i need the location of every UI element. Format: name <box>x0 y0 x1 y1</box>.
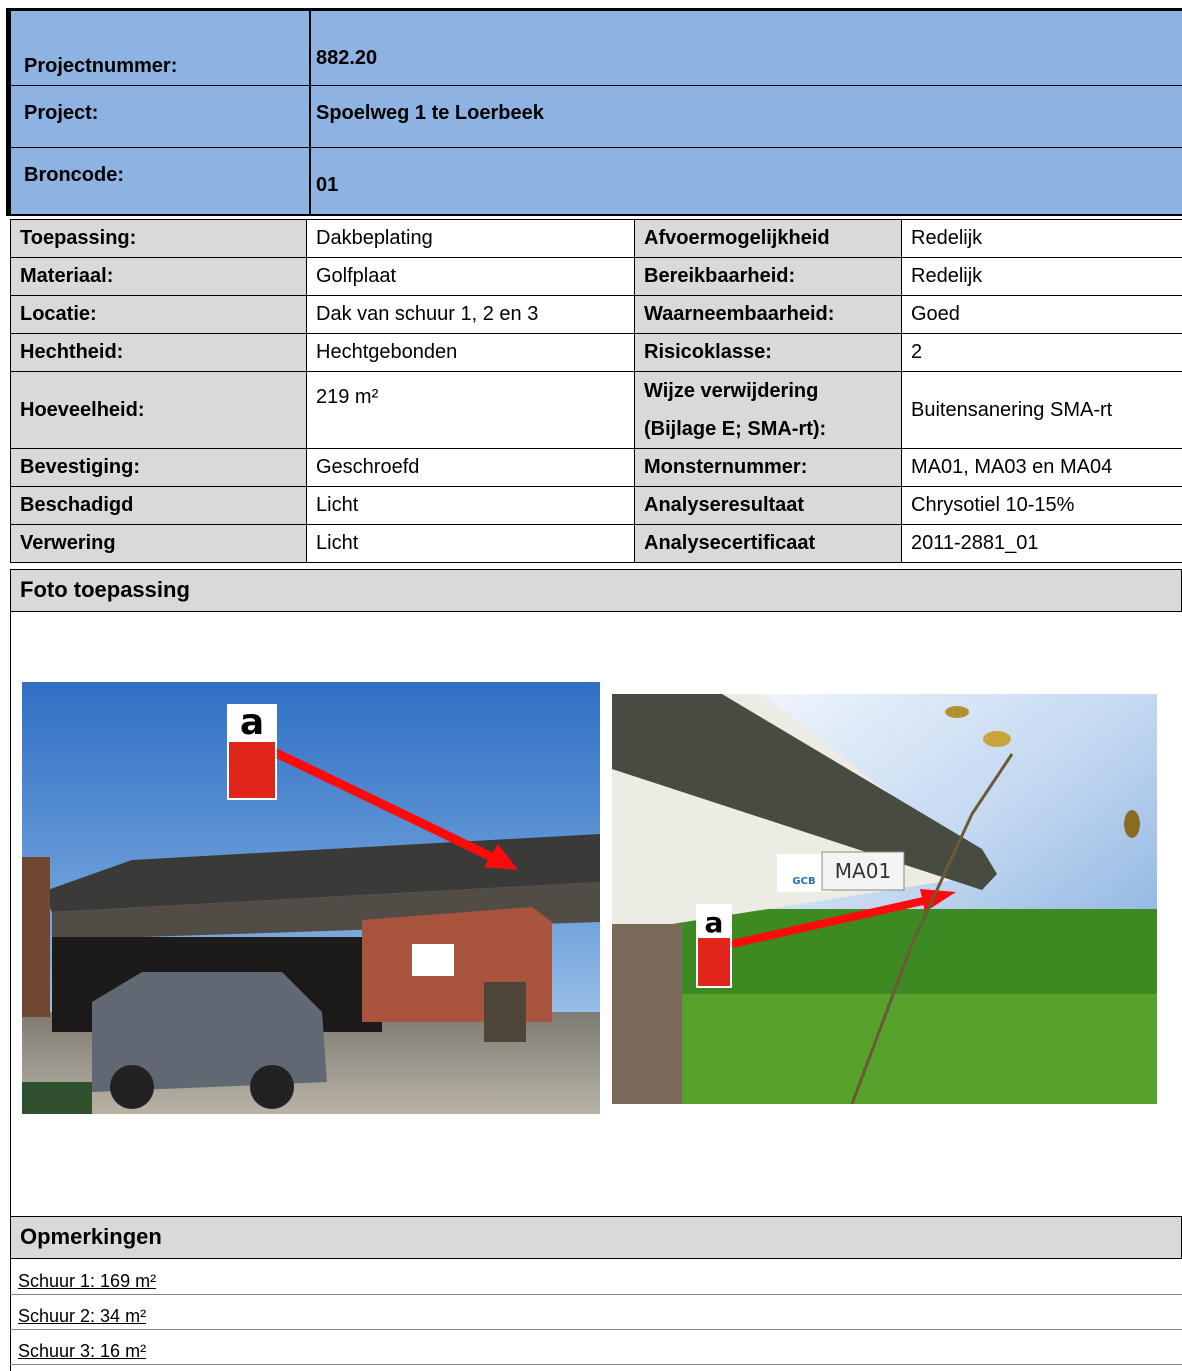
locatie-value: Dak van schuur 1, 2 en 3 <box>306 295 635 334</box>
foto-toepassing-header: Foto toepassing <box>10 569 1182 612</box>
table-row: Bevestiging: Geschroefd Monsternummer: M… <box>10 448 1182 487</box>
projectnummer-value: 882.20 <box>316 47 378 69</box>
table-row: Hechtheid: Hechtgebonden Risicoklasse: 2 <box>10 333 1182 372</box>
table-row: Verwering Licht Analysecertificaat 2011-… <box>10 524 1182 563</box>
wijze-verwijdering-label: Wijze verwijdering (Bijlage E; SMA-rt): <box>634 371 902 449</box>
remarks-box <box>10 1259 1182 1371</box>
hoeveelheid-value: 219 m² <box>306 371 635 449</box>
table-row: Beschadigd Licht Analyseresultaat Chryso… <box>10 486 1182 525</box>
waarneembaarheid-value: Goed <box>901 295 1182 334</box>
table-row: Locatie: Dak van schuur 1, 2 en 3 Waarne… <box>10 295 1182 334</box>
locatie-label: Locatie: <box>10 295 307 334</box>
monsternummer-value: MA01, MA03 en MA04 <box>901 448 1182 487</box>
svg-text:a: a <box>240 702 264 743</box>
analyseresultaat-value: Chrysotiel 10-15% <box>901 486 1182 525</box>
hechtheid-label: Hechtheid: <box>10 333 307 372</box>
bevestiging-label: Bevestiging: <box>10 448 307 487</box>
projectnummer-label: Projectnummer: <box>24 55 178 77</box>
hechtheid-value: Hechtgebonden <box>306 333 635 372</box>
remark-schuur-3: Schuur 3: 16 m² <box>18 1341 147 1361</box>
table-row: Toepassing: Dakbeplating Afvoermogelijkh… <box>10 219 1182 258</box>
toepassing-label: Toepassing: <box>10 219 307 258</box>
opmerkingen-header: Opmerkingen <box>10 1216 1182 1259</box>
table-row: Hoeveelheid: 219 m² Wijze verwijdering (… <box>10 371 1182 449</box>
header-row-project: Project: Spoelweg 1 te Loerbeek <box>11 86 1182 148</box>
remark-schuur-1: Schuur 1: 169 m² <box>18 1271 157 1291</box>
bereikbaarheid-label: Bereikbaarheid: <box>634 257 902 296</box>
risicoklasse-label: Risicoklasse: <box>634 333 902 372</box>
remarks-line <box>10 1364 1182 1365</box>
info-table: Toepassing: Dakbeplating Afvoermogelijkh… <box>10 219 1182 563</box>
wijze-verwijdering-line2: (Bijlage E; SMA-rt): <box>644 418 827 440</box>
header-row-projectnummer: Projectnummer: 882.20 <box>11 11 1182 86</box>
verwering-label: Verwering <box>10 524 307 563</box>
beschadigd-value: Licht <box>306 486 635 525</box>
waarneembaarheid-label: Waarneembaarheid: <box>634 295 902 334</box>
sample-label-text: MA01 <box>835 859 891 883</box>
analysecertificaat-label: Analysecertificaat <box>634 524 902 563</box>
remarks-line <box>10 1329 1182 1330</box>
bevestiging-value: Geschroefd <box>306 448 635 487</box>
broncode-label: Broncode: <box>24 164 124 186</box>
header-row-broncode: Broncode: 01 <box>11 148 1182 217</box>
wijze-verwijdering-value: Buitensanering SMA-rt <box>901 371 1182 449</box>
table-row: Materiaal: Golfplaat Bereikbaarheid: Red… <box>10 257 1182 296</box>
toepassing-value: Dakbeplating <box>306 219 635 258</box>
gcb-logo-text: GCB <box>792 876 815 887</box>
remark-schuur-2: Schuur 2: 34 m² <box>18 1306 147 1326</box>
photo-barn: a <box>22 682 600 1114</box>
photo-roof-edge: GCB MA01 a <box>612 694 1157 1104</box>
remarks-line <box>10 1294 1182 1295</box>
project-value: Spoelweg 1 te Loerbeek <box>316 102 544 124</box>
beschadigd-label: Beschadigd <box>10 486 307 525</box>
svg-text:a: a <box>705 906 724 939</box>
hoeveelheid-label: Hoeveelheid: <box>10 371 307 449</box>
monsternummer-label: Monsternummer: <box>634 448 902 487</box>
analysecertificaat-value: 2011-2881_01 <box>901 524 1182 563</box>
risicoklasse-value: 2 <box>901 333 1182 372</box>
materiaal-value: Golfplaat <box>306 257 635 296</box>
materiaal-label: Materiaal: <box>10 257 307 296</box>
afvoermogelijkheid-value: Redelijk <box>901 219 1182 258</box>
analyseresultaat-label: Analyseresultaat <box>634 486 902 525</box>
bereikbaarheid-value: Redelijk <box>901 257 1182 296</box>
afvoermogelijkheid-label: Afvoermogelijkheid <box>634 219 902 258</box>
wijze-verwijdering-line1: Wijze verwijdering <box>644 380 819 402</box>
project-header: Projectnummer: 882.20 Project: Spoelweg … <box>6 8 1182 216</box>
project-label: Project: <box>24 102 99 124</box>
broncode-value: 01 <box>316 174 339 196</box>
verwering-value: Licht <box>306 524 635 563</box>
